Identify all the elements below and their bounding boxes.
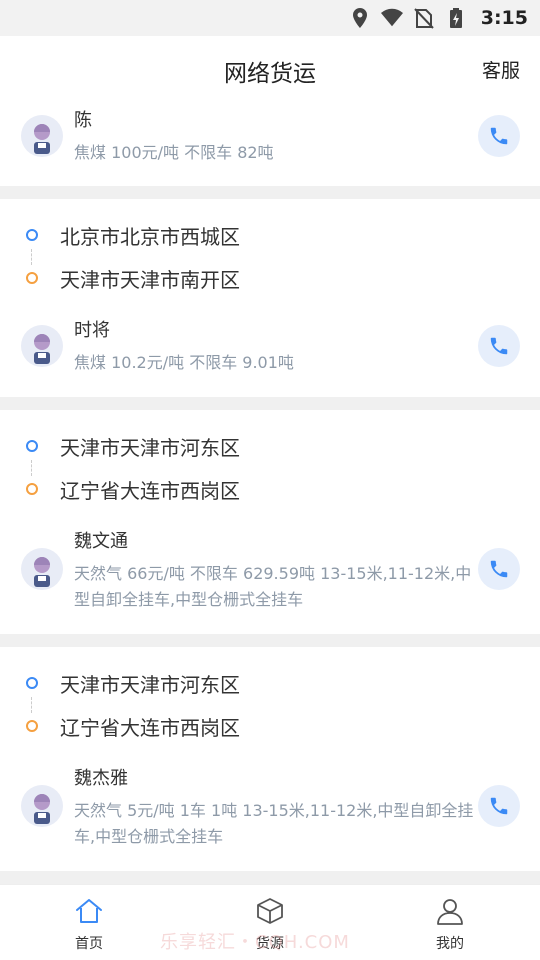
call-button[interactable] bbox=[478, 325, 520, 367]
wifi-icon bbox=[380, 7, 403, 29]
avatar bbox=[21, 548, 63, 590]
user-icon bbox=[434, 895, 466, 927]
phone-icon bbox=[490, 127, 508, 145]
no-sim-icon bbox=[413, 7, 435, 29]
cargo-info: 焦煤 100元/吨 不限车 82吨 bbox=[74, 143, 274, 162]
destination-dot-icon bbox=[26, 272, 38, 284]
route-connector bbox=[31, 249, 32, 265]
phone-icon bbox=[490, 797, 508, 815]
shipper-name: 魏杰雅 bbox=[74, 768, 128, 789]
status-bar: 3:15 bbox=[0, 0, 540, 36]
phone-icon bbox=[490, 560, 508, 578]
origin-dot-icon bbox=[26, 229, 38, 241]
tab-label: 我的 bbox=[436, 936, 464, 952]
shipper-name: 时将 bbox=[74, 320, 110, 341]
avatar bbox=[21, 785, 63, 827]
customer-service-button[interactable]: 客服 bbox=[482, 56, 520, 83]
call-button[interactable] bbox=[478, 785, 520, 827]
location-icon bbox=[349, 7, 371, 29]
tab-profile[interactable]: 我的 bbox=[405, 895, 495, 955]
tab-home[interactable]: 首页 bbox=[44, 895, 134, 955]
home-icon bbox=[73, 895, 105, 927]
destination-dot-icon bbox=[26, 483, 38, 495]
route-origin: 天津市天津市河东区 bbox=[26, 432, 240, 460]
destination-dot-icon bbox=[26, 720, 38, 732]
watermark: 乐享轻汇・CQH.COM bbox=[160, 932, 350, 953]
box-icon bbox=[254, 895, 286, 927]
origin-dot-icon bbox=[26, 440, 38, 452]
origin-dot-icon bbox=[26, 677, 38, 689]
tab-label: 首页 bbox=[75, 936, 103, 952]
route-connector bbox=[31, 697, 32, 713]
route-destination: 辽宁省大连市西岗区 bbox=[26, 475, 240, 503]
cargo-info: 天然气 66元/吨 不限车 629.59吨 13-15米,11-12米,中型自卸… bbox=[74, 564, 472, 609]
call-button[interactable] bbox=[478, 115, 520, 157]
app-header: 网络货运 客服 bbox=[0, 36, 540, 100]
avatar bbox=[21, 115, 63, 157]
phone-icon bbox=[490, 337, 508, 355]
cargo-card[interactable]: 天津市天津市河东区 辽宁省大连市西岗区 魏杰雅 天然气 5元/吨 1车 1吨 1… bbox=[0, 647, 540, 871]
route-destination: 辽宁省大连市西岗区 bbox=[26, 712, 240, 740]
cargo-info: 天然气 5元/吨 1车 1吨 13-15米,11-12米,中型自卸全挂车,中型仓… bbox=[74, 801, 474, 846]
route-destination: 天津市天津市南开区 bbox=[26, 264, 240, 292]
cargo-card[interactable]: 陈 焦煤 100元/吨 不限车 82吨 bbox=[0, 100, 540, 186]
call-button[interactable] bbox=[478, 548, 520, 590]
shipper-name: 陈 bbox=[74, 110, 92, 131]
page-title: 网络货运 bbox=[224, 61, 316, 87]
route-connector bbox=[31, 460, 32, 476]
route-origin: 北京市北京市西城区 bbox=[26, 221, 240, 249]
avatar bbox=[21, 325, 63, 367]
cargo-card[interactable]: 北京市北京市西城区 天津市天津市南开区 时将 焦煤 10.2元/吨 不限车 9.… bbox=[0, 199, 540, 397]
cargo-info: 焦煤 10.2元/吨 不限车 9.01吨 bbox=[74, 353, 294, 372]
route-origin: 天津市天津市河东区 bbox=[26, 669, 240, 697]
shipper-name: 魏文通 bbox=[74, 531, 128, 552]
status-time: 3:15 bbox=[480, 7, 528, 29]
cargo-list[interactable]: 陈 焦煤 100元/吨 不限车 82吨 北京市北京市西城区 天津市天津市南开区 … bbox=[0, 100, 540, 884]
battery-charging-icon bbox=[445, 7, 467, 29]
cargo-card[interactable]: 天津市天津市河东区 辽宁省大连市西岗区 魏文通 天然气 66元/吨 不限车 62… bbox=[0, 410, 540, 634]
